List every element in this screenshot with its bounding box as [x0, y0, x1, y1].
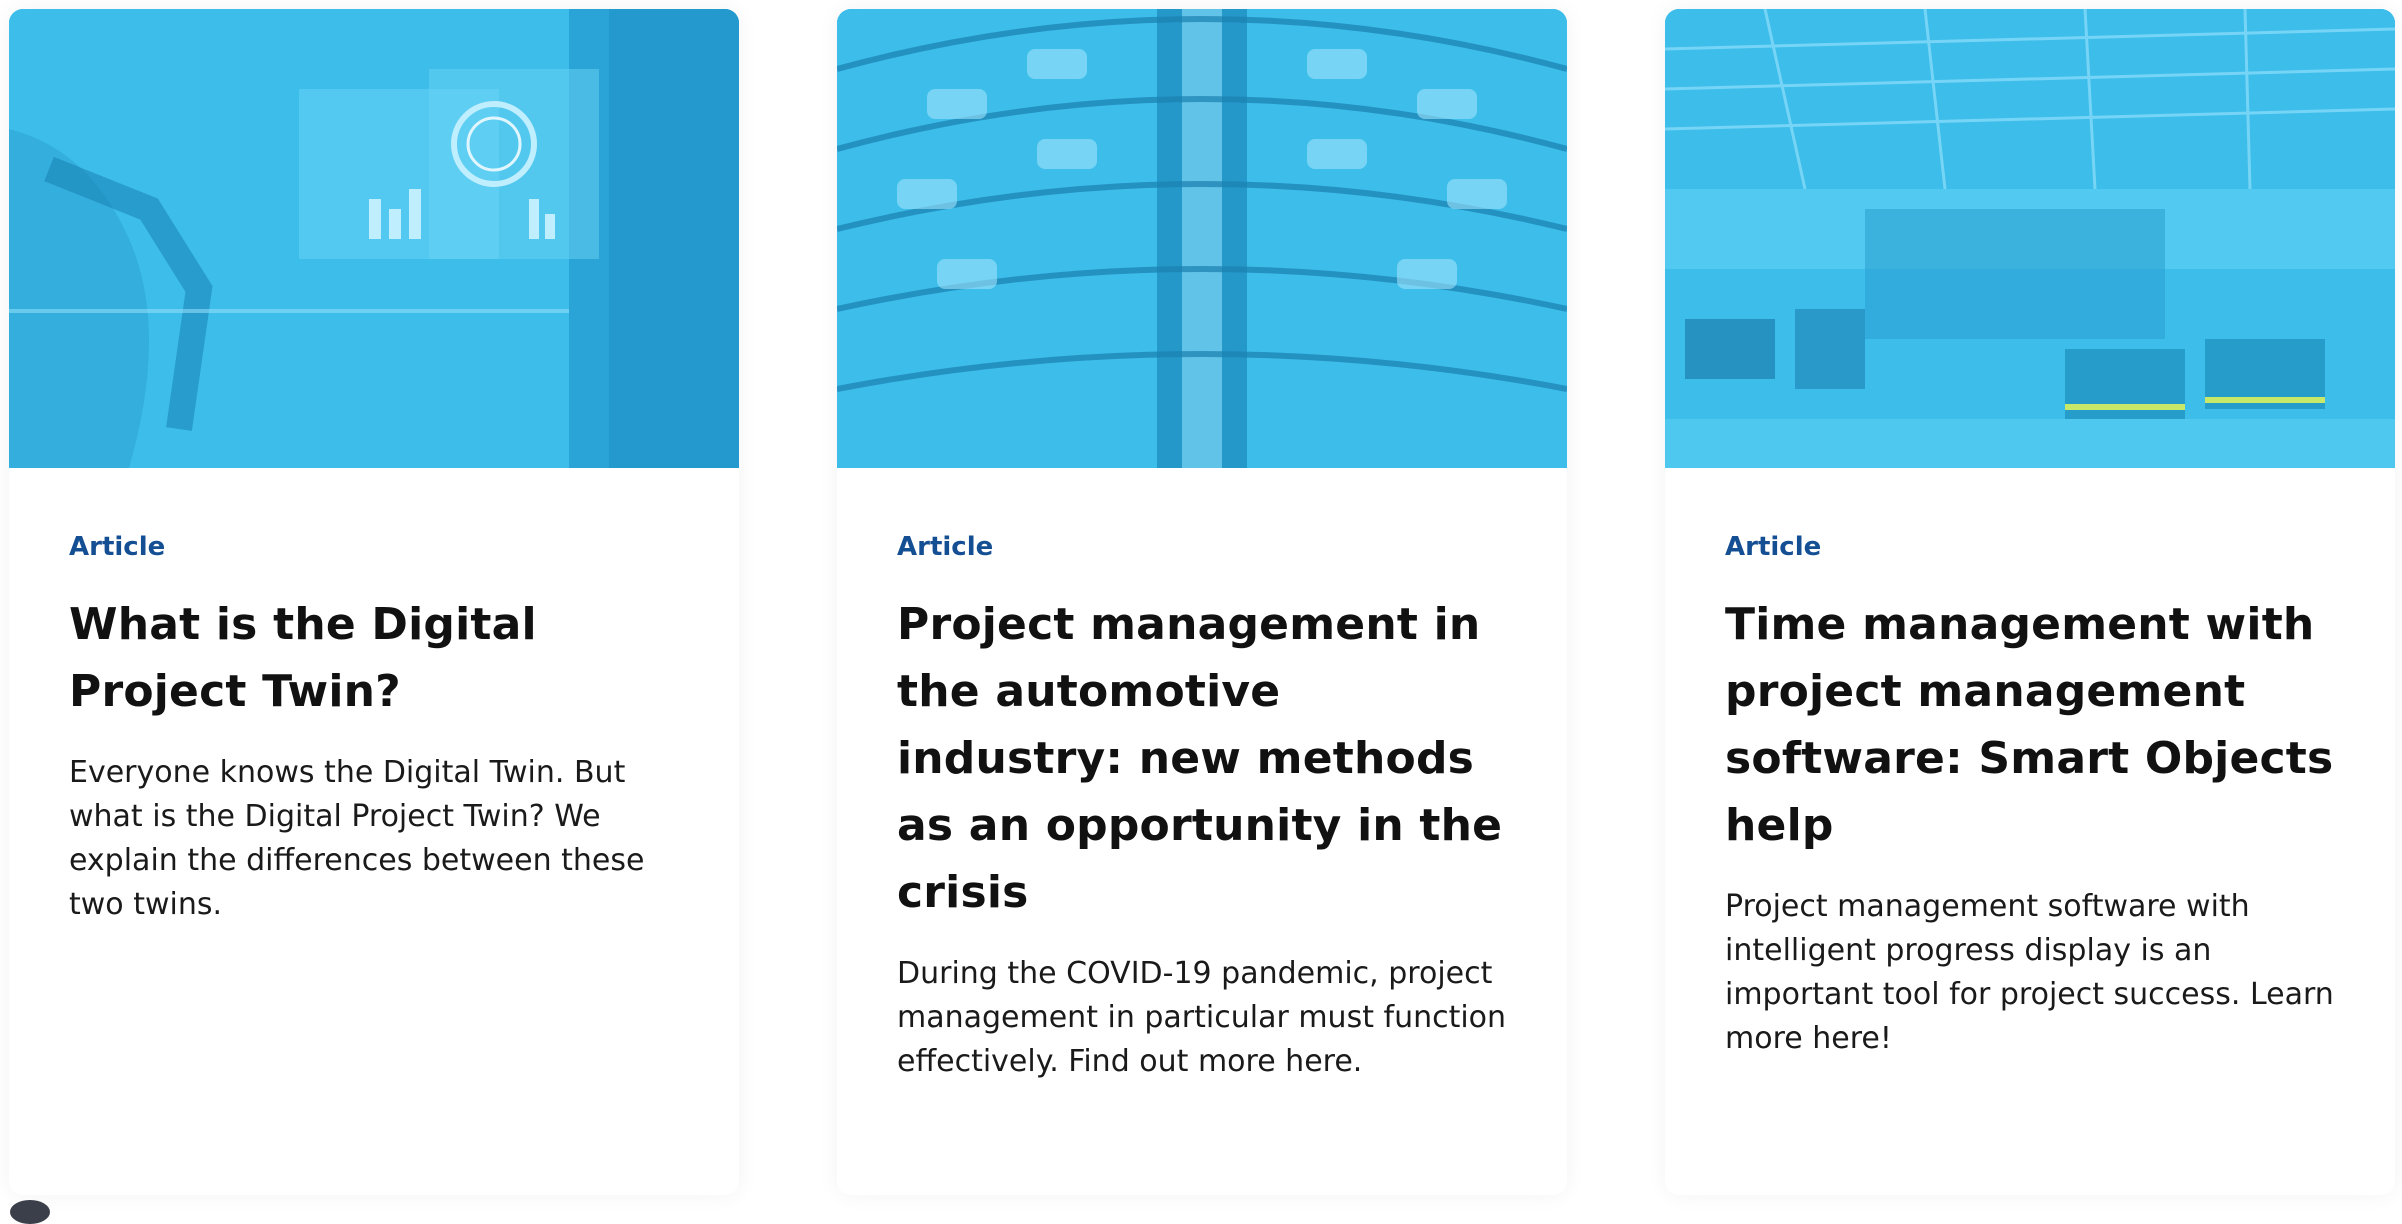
article-card-time-management[interactable]: Article Time management with project man…: [1665, 9, 2395, 1195]
card-description: Everyone knows the Digital Twin. But wha…: [69, 755, 645, 923]
card-image-factory[interactable]: [1665, 9, 2395, 468]
card-title[interactable]: Time management with project management …: [1725, 591, 2335, 859]
card-title[interactable]: What is the Digital Project Twin?: [69, 591, 679, 725]
card-title[interactable]: Project management in the automotive ind…: [897, 591, 1507, 926]
article-card-digital-twin[interactable]: Article What is the Digital Project Twin…: [9, 9, 739, 1195]
chat-bubble-icon[interactable]: [10, 1200, 50, 1224]
card-tag: Article: [69, 532, 166, 562]
card-description: During the COVID-19 pandemic, project ma…: [897, 956, 1507, 1080]
card-image-digital-twin[interactable]: [9, 9, 739, 468]
card-tag: Article: [897, 532, 994, 562]
card-image-car-tower[interactable]: [837, 9, 1567, 468]
card-tag: Article: [1725, 532, 1822, 562]
card-description: Project management software with intelli…: [1725, 889, 2334, 1057]
article-card-automotive[interactable]: Article Project management in the automo…: [837, 9, 1567, 1195]
